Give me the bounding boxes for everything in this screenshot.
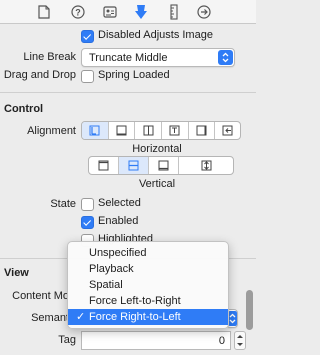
tag-value: 0: [218, 334, 225, 347]
valign-fill-icon[interactable]: [179, 157, 233, 174]
tag-field[interactable]: 0: [81, 331, 231, 350]
enabled-label: Enabled: [98, 215, 139, 227]
semantic-label: Semant: [31, 312, 69, 324]
selected-label: Selected: [98, 197, 141, 209]
disabled-adjusts-image-label: Disabled Adjusts Image: [98, 29, 213, 41]
svg-text:?: ?: [75, 8, 81, 18]
control-section-title: Control: [4, 103, 44, 115]
menu-item-playback[interactable]: Playback: [68, 261, 228, 277]
enabled-checkbox[interactable]: [81, 216, 94, 229]
vertical-caption: Vertical: [138, 178, 176, 190]
align-right-icon[interactable]: [135, 122, 163, 139]
state-label: State: [50, 198, 76, 210]
help-icon[interactable]: ?: [70, 4, 86, 20]
align-left-icon[interactable]: [82, 122, 109, 139]
menu-item-force-left-to-right[interactable]: Force Left-to-Right: [68, 293, 228, 309]
stepper-down-icon: [237, 342, 243, 346]
stepper-up-icon: [237, 335, 243, 339]
menu-item-spatial[interactable]: Spatial: [68, 277, 228, 293]
tag-label: Tag: [58, 334, 76, 346]
drag-and-drop-label: Drag and Drop: [3, 69, 76, 81]
popup-arrows-icon: [218, 50, 233, 65]
file-icon[interactable]: [36, 4, 52, 20]
line-break-value: Truncate Middle: [89, 51, 168, 64]
size-ruler-icon[interactable]: [166, 4, 182, 20]
content-mode-label: Content Mo: [12, 290, 69, 302]
checkmark-icon: ✓: [76, 311, 86, 323]
horizontal-caption: Horizontal: [132, 143, 182, 155]
alignment-label: Alignment: [27, 125, 76, 137]
valign-top-icon[interactable]: [89, 157, 119, 174]
selected-checkbox[interactable]: [81, 198, 94, 211]
connections-arrow-icon[interactable]: [196, 4, 212, 20]
horizontal-alignment-segmented-control[interactable]: [81, 121, 241, 140]
section-divider: [0, 92, 256, 93]
scrollbar[interactable]: [246, 290, 253, 330]
identity-icon[interactable]: [102, 4, 118, 20]
line-break-popup[interactable]: Truncate Middle: [81, 48, 235, 67]
menu-item-unspecified[interactable]: Unspecified: [68, 245, 228, 261]
attributes-icon[interactable]: [133, 4, 149, 20]
tag-stepper[interactable]: [234, 331, 246, 350]
spring-loaded-checkbox[interactable]: [81, 70, 94, 83]
spring-loaded-label: Spring Loaded: [98, 69, 170, 81]
valign-center-icon[interactable]: [119, 157, 149, 174]
inspector-toolbar: ?: [0, 0, 256, 24]
align-fill-icon[interactable]: [162, 122, 189, 139]
menu-item-force-right-to-left[interactable]: ✓ Force Right-to-Left: [68, 309, 228, 325]
disabled-adjusts-image-checkbox[interactable]: [81, 30, 94, 43]
line-break-label: Line Break: [23, 51, 76, 63]
view-section-title: View: [4, 267, 29, 279]
align-trailing-icon[interactable]: [215, 122, 240, 139]
valign-bottom-icon[interactable]: [149, 157, 179, 174]
vertical-alignment-segmented-control[interactable]: [88, 156, 234, 175]
align-center-icon[interactable]: [109, 122, 136, 139]
align-leading-icon[interactable]: [189, 122, 216, 139]
semantic-dropdown-menu: Unspecified Playback Spatial Force Left-…: [67, 241, 229, 329]
